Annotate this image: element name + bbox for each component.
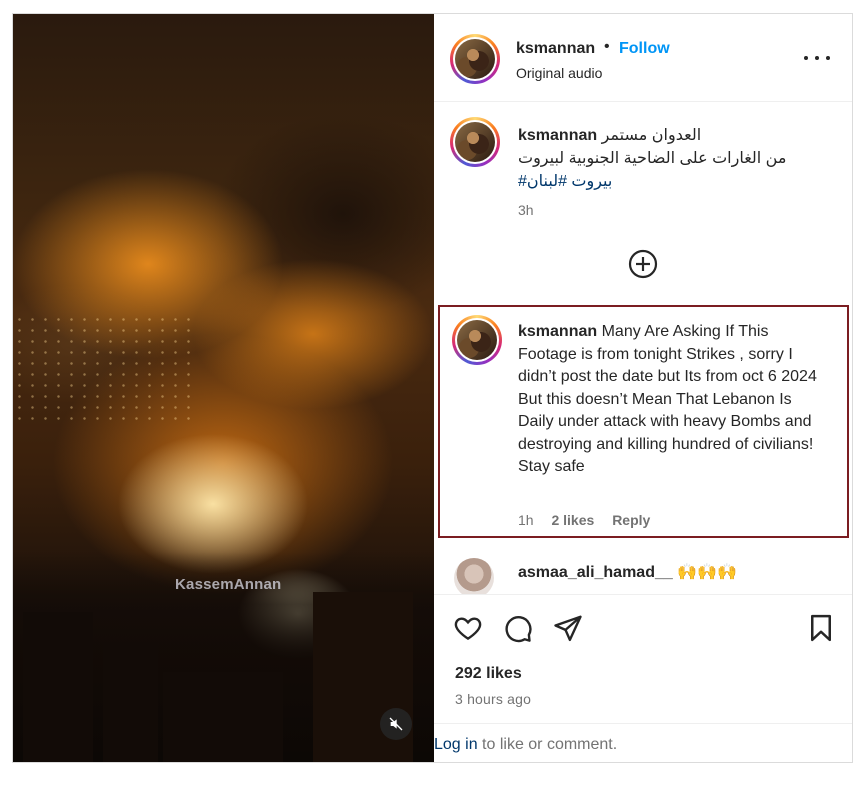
- separator-dot: •: [604, 38, 610, 55]
- send-icon: [554, 615, 582, 642]
- login-line: Log in to like or comment.: [434, 736, 617, 754]
- follow-button[interactable]: Follow: [619, 40, 670, 58]
- post-time: 3 hours ago: [455, 691, 532, 707]
- second-comment-username[interactable]: asmaa_ali_hamad__: [518, 564, 673, 581]
- load-more-comments-button[interactable]: [628, 249, 658, 279]
- more-options-icon[interactable]: [804, 48, 830, 68]
- speaker-muted-icon: [389, 717, 403, 731]
- post-header: ksmannan • Follow Original audio: [434, 14, 852, 102]
- mute-button[interactable]: [380, 708, 412, 740]
- city-lights: [13, 314, 193, 424]
- caption-line2: من الغارات على الضاحية الجنوبية لبيروت: [518, 150, 787, 167]
- second-comment-emojis: 🙌🙌🙌: [677, 564, 737, 581]
- second-comment-text: asmaa_ali_hamad__ 🙌🙌🙌: [518, 562, 737, 582]
- likes-count[interactable]: 292 likes: [455, 665, 522, 683]
- second-comment: asmaa_ali_hamad__ 🙌🙌🙌: [434, 552, 852, 594]
- caption-line1: العدوان مستمر: [601, 127, 702, 144]
- bookmark-icon: [811, 614, 831, 642]
- comment-button[interactable]: [503, 613, 533, 643]
- commenter-avatar[interactable]: [454, 558, 494, 594]
- comment-meta: 1h 2 likes Reply: [518, 512, 664, 528]
- login-link[interactable]: Log in: [434, 736, 478, 753]
- caption-time: 3h: [518, 202, 534, 218]
- avatar[interactable]: [450, 34, 500, 84]
- comment-time: 1h: [518, 512, 534, 528]
- audio-label[interactable]: Original audio: [516, 65, 602, 81]
- caption-username[interactable]: ksmannan: [518, 127, 597, 144]
- plus-circle-icon: [628, 249, 658, 279]
- caption-text: ksmannan العدوان مستمر من الغارات على ال…: [518, 124, 838, 193]
- login-rest: to like or comment.: [477, 736, 618, 753]
- comment-avatar[interactable]: [452, 315, 502, 365]
- post-panel: ksmannan • Follow Original audio ksmanna…: [434, 14, 852, 762]
- comment-body-2: But this doesn’t Mean That Lebanon Is Da…: [518, 390, 814, 476]
- caption-avatar[interactable]: [450, 117, 500, 167]
- comment-username[interactable]: ksmannan: [518, 323, 597, 340]
- watermark: KassemAnnan: [175, 576, 282, 593]
- comment-text: ksmannan Many Are Asking If This Footage…: [518, 321, 828, 479]
- highlighted-comment: ksmannan Many Are Asking If This Footage…: [438, 305, 849, 538]
- post-video[interactable]: KassemAnnan: [13, 14, 434, 762]
- reply-button[interactable]: Reply: [612, 512, 650, 528]
- comment-icon: [505, 616, 532, 643]
- share-button[interactable]: [553, 613, 583, 643]
- header-username[interactable]: ksmannan: [516, 40, 595, 58]
- avatar-image: [455, 39, 495, 79]
- comment-likes[interactable]: 2 likes: [551, 512, 594, 528]
- post-card: KassemAnnan ksmannan • Follow Original a…: [12, 13, 853, 763]
- heart-icon: [454, 617, 482, 641]
- login-prompt: Log in to like or comment.: [434, 723, 852, 762]
- like-button[interactable]: [453, 613, 483, 643]
- action-bar: 292 likes 3 hours ago: [434, 594, 852, 739]
- caption-hashtags[interactable]: #بيروت #لبنان: [518, 170, 838, 193]
- save-button[interactable]: [806, 613, 836, 643]
